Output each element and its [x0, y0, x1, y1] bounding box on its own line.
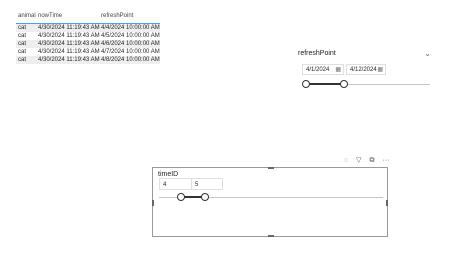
slicer-title: timeID	[158, 171, 179, 178]
cell-animal: cat	[18, 25, 27, 31]
cell-refreshpoint: 4/5/2024 10:00:00 AM	[101, 33, 160, 39]
max-value-input[interactable]: 5	[191, 178, 223, 190]
column-header-nowtime[interactable]: nowTime	[38, 13, 62, 19]
filter-icon[interactable]: ▽	[356, 157, 361, 164]
table-visual[interactable]: animal nowTime refreshPoint cat 4/30/202…	[16, 10, 160, 64]
calendar-icon[interactable]: ▦	[335, 65, 341, 76]
cell-animal: cat	[18, 41, 27, 47]
slider-end-thumb[interactable]	[340, 80, 348, 88]
focus-mode-icon[interactable]: ⧉	[369, 157, 374, 164]
refreshpoint-slicer[interactable]: refreshPoint ⌄ 4/1/2024 ▦ 4/12/2024 ▦	[298, 49, 434, 94]
cell-nowtime: 4/30/2024 11:19:43 AM	[38, 41, 100, 47]
table-row: cat 4/30/2024 11:19:43 AM 4/6/2024 10:00…	[16, 40, 160, 48]
resize-handle-bottom[interactable]	[268, 235, 274, 237]
slider-start-thumb[interactable]	[302, 80, 310, 88]
table-row: cat 4/30/2024 11:19:43 AM 4/4/2024 10:00…	[16, 24, 160, 32]
resize-handle-right[interactable]	[386, 200, 388, 206]
cell-nowtime: 4/30/2024 11:19:43 AM	[38, 33, 100, 39]
more-options-icon[interactable]: ···	[382, 157, 389, 164]
cell-refreshpoint: 4/7/2024 10:00:00 AM	[101, 49, 160, 55]
cell-animal: cat	[18, 49, 27, 55]
timeid-slicer[interactable]: timeID 4 5	[152, 167, 388, 237]
cell-nowtime: 4/30/2024 11:19:43 AM	[38, 49, 100, 55]
min-value: 4	[163, 182, 167, 188]
min-value-input[interactable]: 4	[159, 178, 191, 190]
pin-icon[interactable]: ◌	[344, 157, 348, 164]
slider-selected-range	[306, 83, 344, 85]
resize-handle-left[interactable]	[152, 200, 154, 206]
start-date-input[interactable]: 4/1/2024 ▦	[302, 64, 344, 75]
slider-end-thumb[interactable]	[201, 193, 209, 201]
cell-animal: cat	[18, 33, 27, 39]
cell-nowtime: 4/30/2024 11:19:43 AM	[38, 25, 100, 31]
slicer-title: refreshPoint	[298, 50, 336, 57]
end-date-input[interactable]: 4/12/2024 ▦	[346, 64, 386, 75]
cell-refreshpoint: 4/6/2024 10:00:00 AM	[101, 41, 160, 47]
cell-refreshpoint: 4/8/2024 10:00:00 AM	[101, 57, 160, 63]
resize-handle-top[interactable]	[268, 167, 274, 169]
cell-refreshpoint: 4/4/2024 10:00:00 AM	[101, 25, 160, 31]
visual-header: ◌ ▽ ⧉ ···	[344, 156, 395, 165]
chevron-down-icon[interactable]: ⌄	[424, 49, 431, 58]
column-header-animal[interactable]: animal	[18, 13, 36, 19]
end-date-value: 4/12/2024	[350, 67, 377, 73]
column-header-refreshpoint[interactable]: refreshPoint	[101, 13, 133, 19]
cell-nowtime: 4/30/2024 11:19:43 AM	[38, 57, 100, 63]
calendar-icon[interactable]: ▦	[377, 65, 383, 76]
table-row: cat 4/30/2024 11:19:43 AM 4/5/2024 10:00…	[16, 32, 160, 40]
table-row: cat 4/30/2024 11:19:43 AM 4/8/2024 10:00…	[16, 56, 160, 64]
max-value: 5	[195, 182, 199, 188]
table-header: animal nowTime refreshPoint	[16, 10, 160, 24]
table-row: cat 4/30/2024 11:19:43 AM 4/7/2024 10:00…	[16, 48, 160, 56]
slider-start-thumb[interactable]	[177, 193, 185, 201]
start-date-value: 4/1/2024	[306, 67, 330, 73]
cell-animal: cat	[18, 57, 27, 63]
